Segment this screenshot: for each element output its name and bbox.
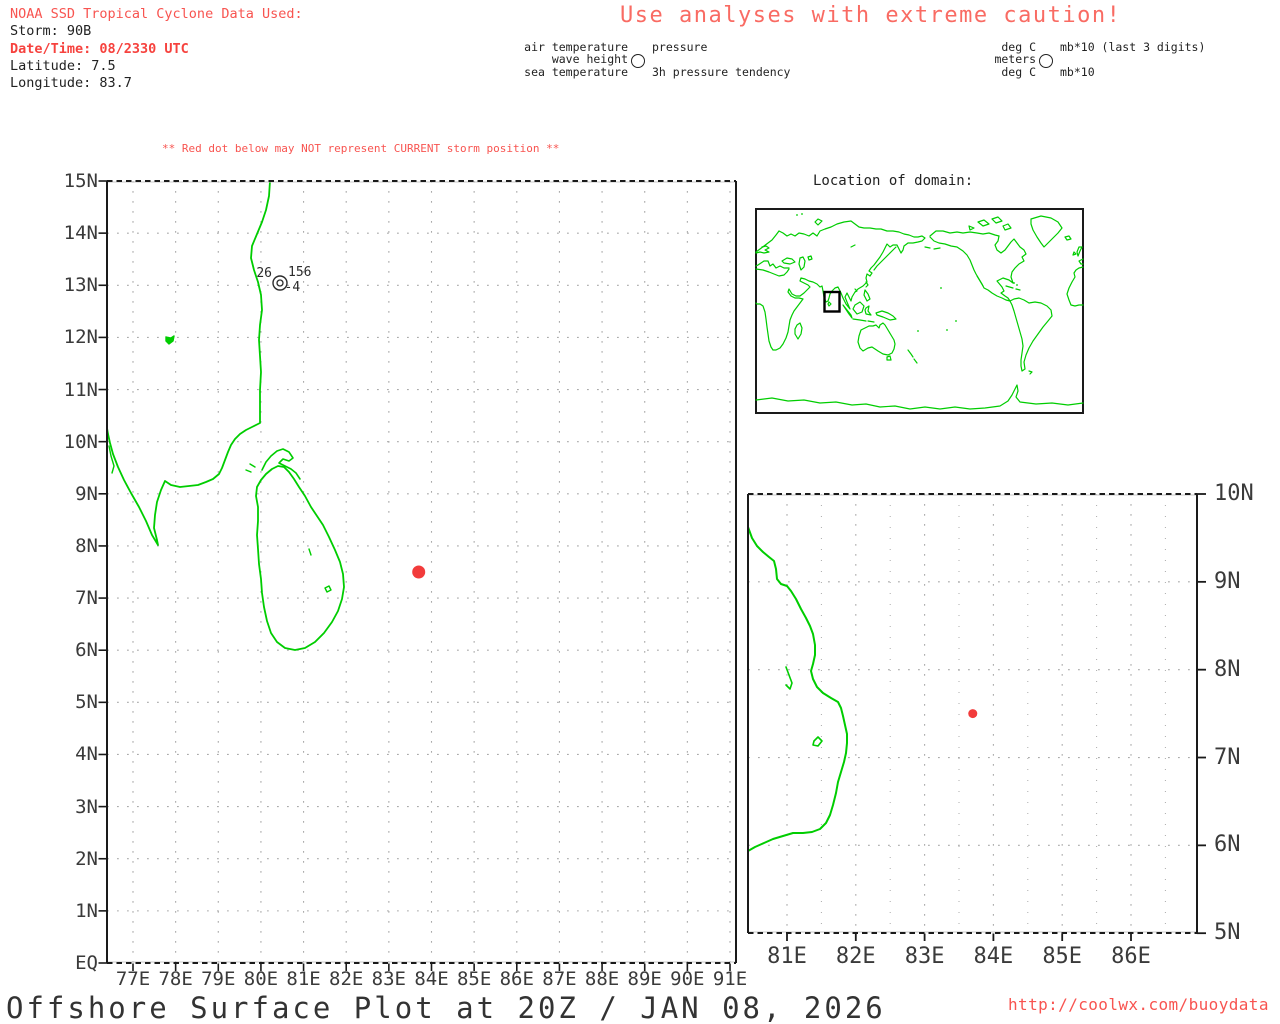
station-air-temperature: 26 — [256, 266, 272, 281]
lat-label-8N: 8N — [75, 534, 98, 557]
caution-banner: Use analyses with extreme caution! — [620, 3, 1122, 28]
inset-lat-label-7N: 7N — [1214, 744, 1241, 770]
lat-label-10N: 10N — [63, 430, 98, 453]
units-circle-icon — [1039, 54, 1053, 68]
info-line-1: Storm: 90B — [10, 23, 92, 40]
lat-label-3N: 3N — [75, 795, 98, 818]
storm-position-dot-main — [412, 565, 426, 579]
storm-position-dot-inset — [968, 709, 978, 719]
units-legend-left-1: meters — [994, 52, 1036, 67]
station-legend-pressure: pressure — [652, 40, 708, 54]
inset-lat-label-8N: 8N — [1214, 656, 1241, 682]
lat-label-15N: 15N — [63, 170, 98, 192]
inset-lat-label-10N: 10N — [1214, 481, 1254, 506]
units-legend-left-2: deg C — [1001, 64, 1036, 79]
inset-lat-label-9N: 9N — [1214, 568, 1241, 594]
station-legend-tendency: 3h pressure tendency — [652, 64, 791, 79]
station-pressure-tendency: -4 — [285, 280, 301, 295]
inset-lat-label-5N: 5N — [1214, 920, 1241, 946]
info-line-4: Longitude: 83.7 — [10, 75, 132, 92]
source-url-link[interactable]: http://coolwx.com/buoydata — [1008, 995, 1269, 1014]
lat-label-14N: 14N — [63, 222, 98, 245]
lat-label-13N: 13N — [63, 274, 98, 297]
offshore-surface-plot: 26 156 -4 NOAA SSD Tropical Cyclone Data U… — [0, 0, 1280, 1024]
storm-info-block: NOAA SSD Tropical Cyclone Data Used: Stor… — [10, 6, 303, 92]
station-pressure: 156 — [288, 265, 311, 280]
lat-label-7N: 7N — [75, 587, 98, 610]
station-legend-left-2: sea temperature — [524, 64, 628, 79]
lat-label-EQ: EQ — [75, 951, 98, 974]
lat-label-2N: 2N — [75, 847, 98, 870]
lat-label-9N: 9N — [75, 482, 98, 505]
station-legend-left-1: wave height — [551, 52, 628, 67]
lat-label-1N: 1N — [75, 899, 98, 922]
info-line-3: Latitude: 7.5 — [10, 57, 116, 74]
lat-label-4N: 4N — [75, 743, 98, 766]
inset-lon-label-86E: 86E — [1111, 944, 1151, 969]
plot-title: Offshore Surface Plot at 20Z / JAN 08, 2… — [6, 991, 886, 1024]
lat-label-6N: 6N — [75, 639, 98, 662]
info-line-2: Date/Time: 08/2330 UTC — [10, 40, 189, 57]
lat-label-11N: 11N — [63, 378, 98, 401]
inset-lat-label-6N: 6N — [1214, 832, 1241, 858]
domain-inset-title: Location of domain: — [813, 173, 974, 189]
lat-label-5N: 5N — [75, 691, 98, 714]
units-legend-right-top: mb*10 (last 3 digits) — [1060, 40, 1206, 54]
lon-label-91E: 91E — [712, 968, 748, 990]
units-legend-right-bottom: mb*10 — [1060, 64, 1095, 79]
lat-label-12N: 12N — [63, 326, 98, 349]
info-line-0: NOAA SSD Tropical Cyclone Data Used: — [10, 6, 303, 22]
storm-position-warning: ** Red dot below may NOT represent CURRE… — [162, 142, 560, 155]
station-circle-icon — [631, 54, 645, 68]
